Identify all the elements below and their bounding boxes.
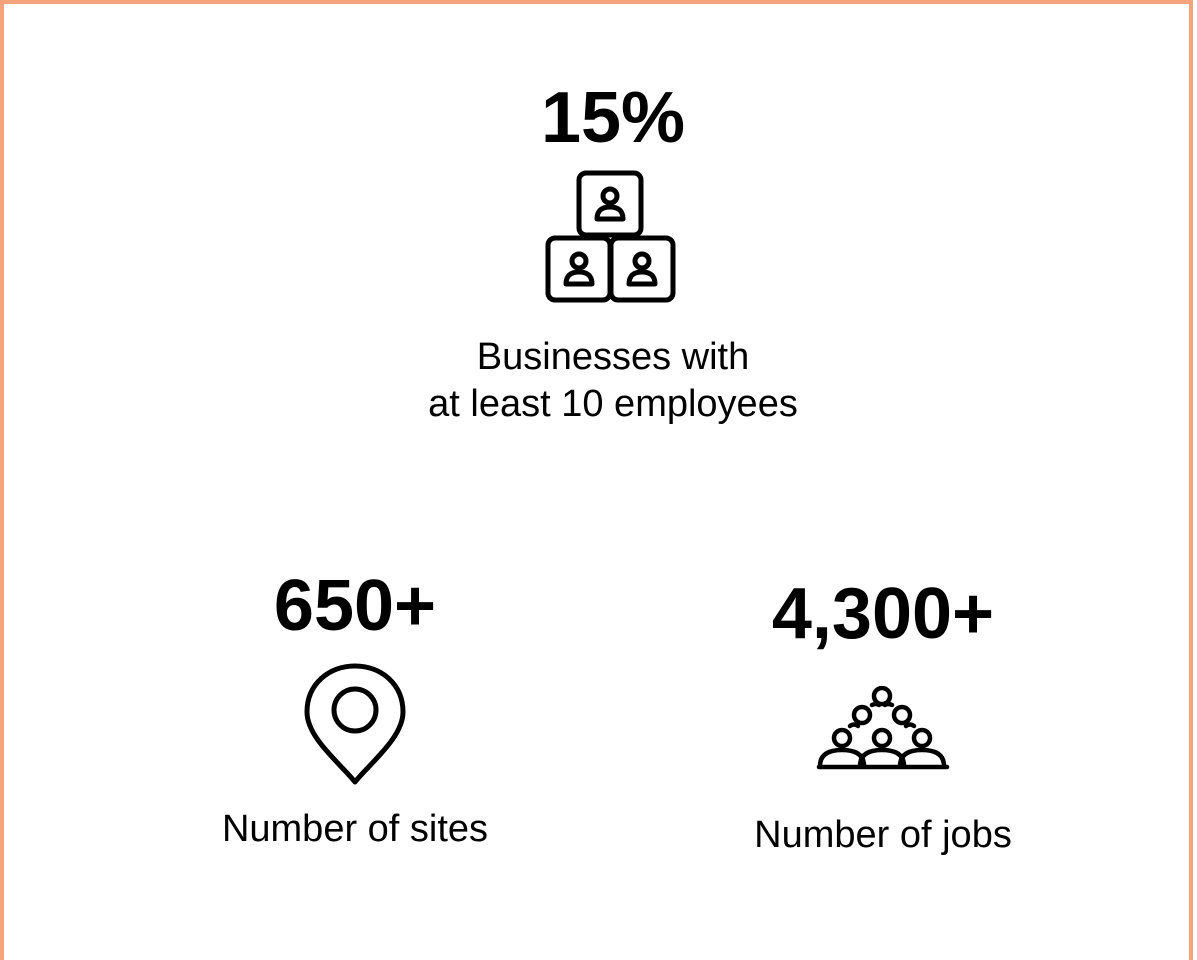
stat-label-businesses-line2: at least 10 employees (428, 383, 798, 425)
stat-label-businesses: Businesses with at least 10 employees (363, 334, 863, 428)
stat-label-businesses-line1: Businesses with (476, 336, 750, 378)
stat-value-sites: 650+ (273, 566, 437, 646)
stat-value-jobs: 4,300+ (771, 574, 995, 654)
location-pin-icon (304, 663, 406, 785)
crowd-icon (816, 686, 950, 770)
stat-businesses: 15% Businesses with at least 10 employee… (363, 82, 863, 428)
stat-label-jobs: Number of jobs (754, 814, 1012, 856)
stat-jobs: 4,300+ Number of jobs (683, 578, 1083, 859)
stat-label-sites: Number of sites (221, 808, 489, 850)
stat-sites: 650+ Number of sites (155, 570, 555, 853)
employee-boxes-icon (545, 170, 676, 303)
stat-value-businesses: 15% (540, 78, 686, 158)
